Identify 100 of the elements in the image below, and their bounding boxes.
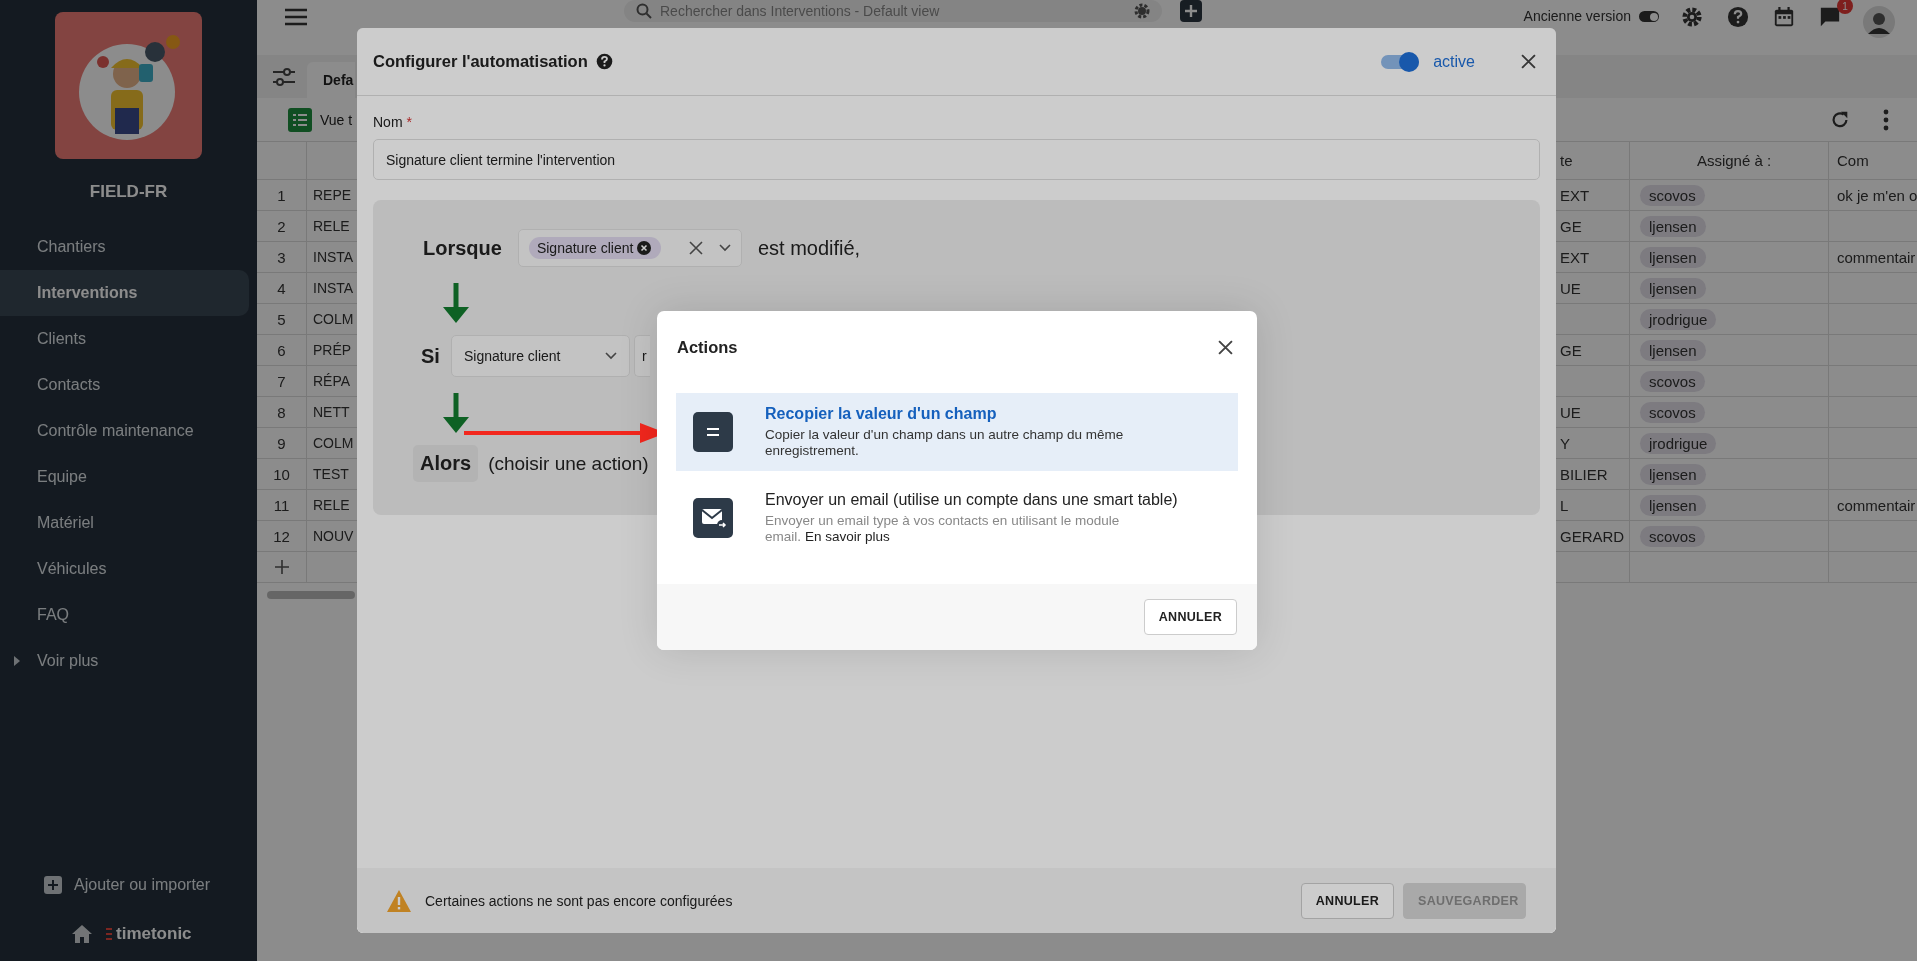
help-icon[interactable] — [595, 53, 613, 70]
sidebar-item[interactable]: FAQ — [0, 592, 249, 638]
row-number: 2 — [257, 211, 307, 241]
row-number: 6 — [257, 335, 307, 365]
action-option[interactable]: Recopier la valeur d'un champ Copier la valeur d'un champ dans un autre champ du même enregistrement. — [676, 393, 1238, 471]
sidebar-item[interactable]: Interventions — [0, 270, 249, 316]
sidebar-item[interactable]: Contrôle maintenance — [0, 408, 249, 454]
active-toggle[interactable] — [1381, 54, 1420, 69]
add-row-icon[interactable] — [273, 559, 290, 575]
clear-icon[interactable] — [688, 241, 703, 255]
help-icon[interactable] — [1727, 6, 1749, 28]
plus-icon — [1184, 4, 1198, 18]
row-number: 3 — [257, 242, 307, 272]
close-icon[interactable] — [1521, 54, 1536, 69]
sidebar-item[interactable]: Matériel — [0, 500, 249, 546]
row-number: 10 — [257, 459, 307, 489]
more-icon[interactable] — [1883, 108, 1889, 131]
legacy-version-toggle[interactable] — [1639, 11, 1659, 22]
add-button[interactable] — [1180, 0, 1202, 22]
when-label: Lorsque — [423, 236, 502, 260]
add-or-import-button[interactable]: Ajouter ou importer — [0, 867, 257, 903]
table-cell: commentair — [1837, 496, 1916, 514]
row-number: 1 — [257, 180, 307, 210]
user-tag: jrodrigue — [1640, 308, 1717, 330]
avatar[interactable] — [1863, 6, 1895, 38]
table-cell: ok je m'en o — [1837, 186, 1917, 204]
menu-icon[interactable] — [285, 6, 307, 28]
field-select[interactable]: Signature client — [451, 335, 630, 377]
sidebar-item[interactable]: Equipe — [0, 454, 249, 500]
show-more-link[interactable]: Voir plus — [0, 638, 226, 684]
sidebar-item[interactable]: Contacts — [0, 362, 249, 408]
dialog-title: Configurer l'automatisation — [373, 52, 588, 71]
equals-icon — [693, 412, 733, 452]
table-cell: GERARD — [1560, 527, 1625, 545]
brand-mark-icon — [105, 927, 113, 941]
user-tag: jrodrigue — [1640, 432, 1717, 454]
row-number: 5 — [257, 304, 307, 334]
chat-icon[interactable] — [1819, 6, 1841, 28]
cancel-button[interactable]: ANNULER — [1143, 599, 1237, 635]
table-cell: commentair — [1837, 248, 1916, 266]
operator-select[interactable]: r — [634, 335, 650, 377]
table-cell: UE — [1560, 279, 1581, 297]
user-tag: ljensen — [1640, 339, 1706, 361]
sidebar-item[interactable]: Chantiers — [0, 224, 249, 270]
scrollbar-thumb[interactable] — [267, 591, 355, 599]
search-icon — [636, 3, 652, 19]
close-icon[interactable] — [1218, 339, 1233, 355]
settings-icon[interactable] — [1134, 3, 1150, 19]
row-number: 7 — [257, 366, 307, 396]
option-title: Recopier la valeur d'un champ — [765, 405, 998, 423]
user-tag: scovos — [1640, 370, 1705, 392]
row-number: 11 — [257, 490, 307, 520]
dialog-title: Actions — [677, 337, 738, 357]
notification-badge: 1 — [1837, 0, 1853, 14]
trigger-text: est modifié, — [757, 236, 861, 260]
email-icon — [693, 498, 733, 538]
column-header: Com — [1836, 151, 1870, 171]
table-cell: GE — [1560, 341, 1582, 359]
then-label: Alors — [413, 445, 479, 482]
filter-icon[interactable] — [273, 66, 295, 88]
table-icon — [288, 107, 312, 132]
table-cell: BILIER — [1560, 465, 1608, 483]
table-cell: Y — [1560, 434, 1570, 452]
view-name: Vue t — [320, 111, 353, 128]
view-tab[interactable]: Defa — [307, 62, 355, 98]
column-header: Assigné à : — [1630, 142, 1829, 179]
search-placeholder: Rechercher dans Interventions - Default view — [660, 3, 941, 19]
if-label: Si — [421, 344, 441, 368]
legacy-version-label: Ancienne version — [1523, 7, 1631, 26]
field-select[interactable]: Signature client — [517, 229, 742, 267]
name-field[interactable]: Signature client termine l'intervention — [373, 139, 1540, 180]
table-cell: EXT — [1560, 248, 1590, 266]
home-icon[interactable] — [72, 925, 92, 943]
user-tag: ljensen — [1640, 463, 1706, 485]
caret-icon — [14, 656, 20, 666]
table-cell: UE — [1560, 403, 1581, 421]
cancel-button[interactable]: ANNULER — [1300, 882, 1394, 919]
active-label: active — [1433, 52, 1475, 71]
row-number: 9 — [257, 428, 307, 458]
user-tag: ljensen — [1640, 277, 1706, 299]
warning-icon — [387, 889, 411, 912]
table-cell: EXT — [1560, 186, 1590, 204]
sidebar-item[interactable]: Clients — [0, 316, 249, 362]
option-title: Envoyer un email (utilise un compte dans une smart table) — [765, 491, 1179, 509]
user-tag: ljensen — [1640, 246, 1706, 268]
chevron-down-icon[interactable] — [718, 244, 731, 252]
table-cell: GE — [1560, 217, 1582, 235]
settings-icon[interactable] — [1681, 6, 1703, 28]
learn-more-link[interactable]: En savoir plus — [805, 529, 890, 544]
user-tag: scovos — [1640, 525, 1705, 547]
user-tag: scovos — [1640, 184, 1705, 206]
user-tag: ljensen — [1640, 215, 1706, 237]
user-tag: scovos — [1640, 401, 1705, 423]
brand-logo: timetonic — [116, 924, 192, 944]
row-number: 8 — [257, 397, 307, 427]
calendar-icon[interactable] — [1773, 6, 1795, 28]
chevron-down-icon — [605, 352, 617, 360]
remove-icon[interactable] — [637, 241, 652, 255]
search-field[interactable]: Rechercher dans Interventions - Default view — [624, 0, 1162, 22]
sidebar-item[interactable]: Véhicules — [0, 546, 249, 592]
